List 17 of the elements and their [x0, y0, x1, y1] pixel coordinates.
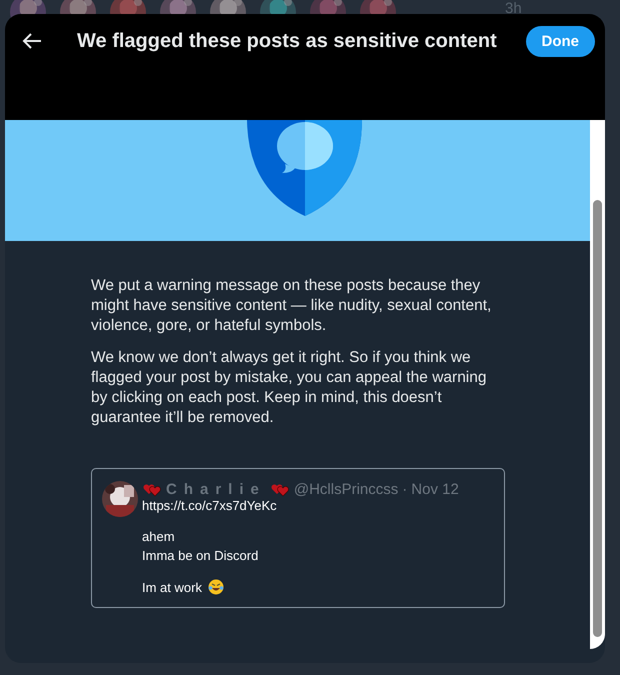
laughing-emoji-icon	[208, 579, 224, 595]
author-name: Charlie	[166, 481, 266, 498]
author-handle: @HcllsPrinccss	[294, 481, 398, 498]
hearts-icon	[270, 482, 290, 496]
explanation-paragraph: We put a warning message on these posts because they might have sensitive content — like nudity, sexual content, violence, gore, or hateful symbols.	[91, 276, 492, 336]
post-text: https://t.co/c7xs7dYeKc	[142, 498, 277, 513]
hearts-icon	[142, 482, 162, 496]
dialog-title: We flagged these posts as sensitive content	[77, 30, 497, 53]
post-text: Imma be on Discord	[142, 548, 258, 563]
post-text: Im at work	[142, 580, 202, 594]
post-text: ahem	[142, 529, 175, 544]
separator: ·	[402, 481, 408, 498]
post-date: Nov 12	[411, 481, 459, 498]
scrollbar[interactable]	[590, 120, 605, 649]
scrollbar-thumb[interactable]	[593, 200, 602, 637]
explanation-paragraph: We know we don’t always get it right. So if you think we flagged your post by mistake, you can appeal the warning by clicking on each post. Keep in mind, this doesn’t guarantee it’ll be removed.	[91, 348, 488, 428]
done-button[interactable]: Done	[526, 26, 595, 57]
